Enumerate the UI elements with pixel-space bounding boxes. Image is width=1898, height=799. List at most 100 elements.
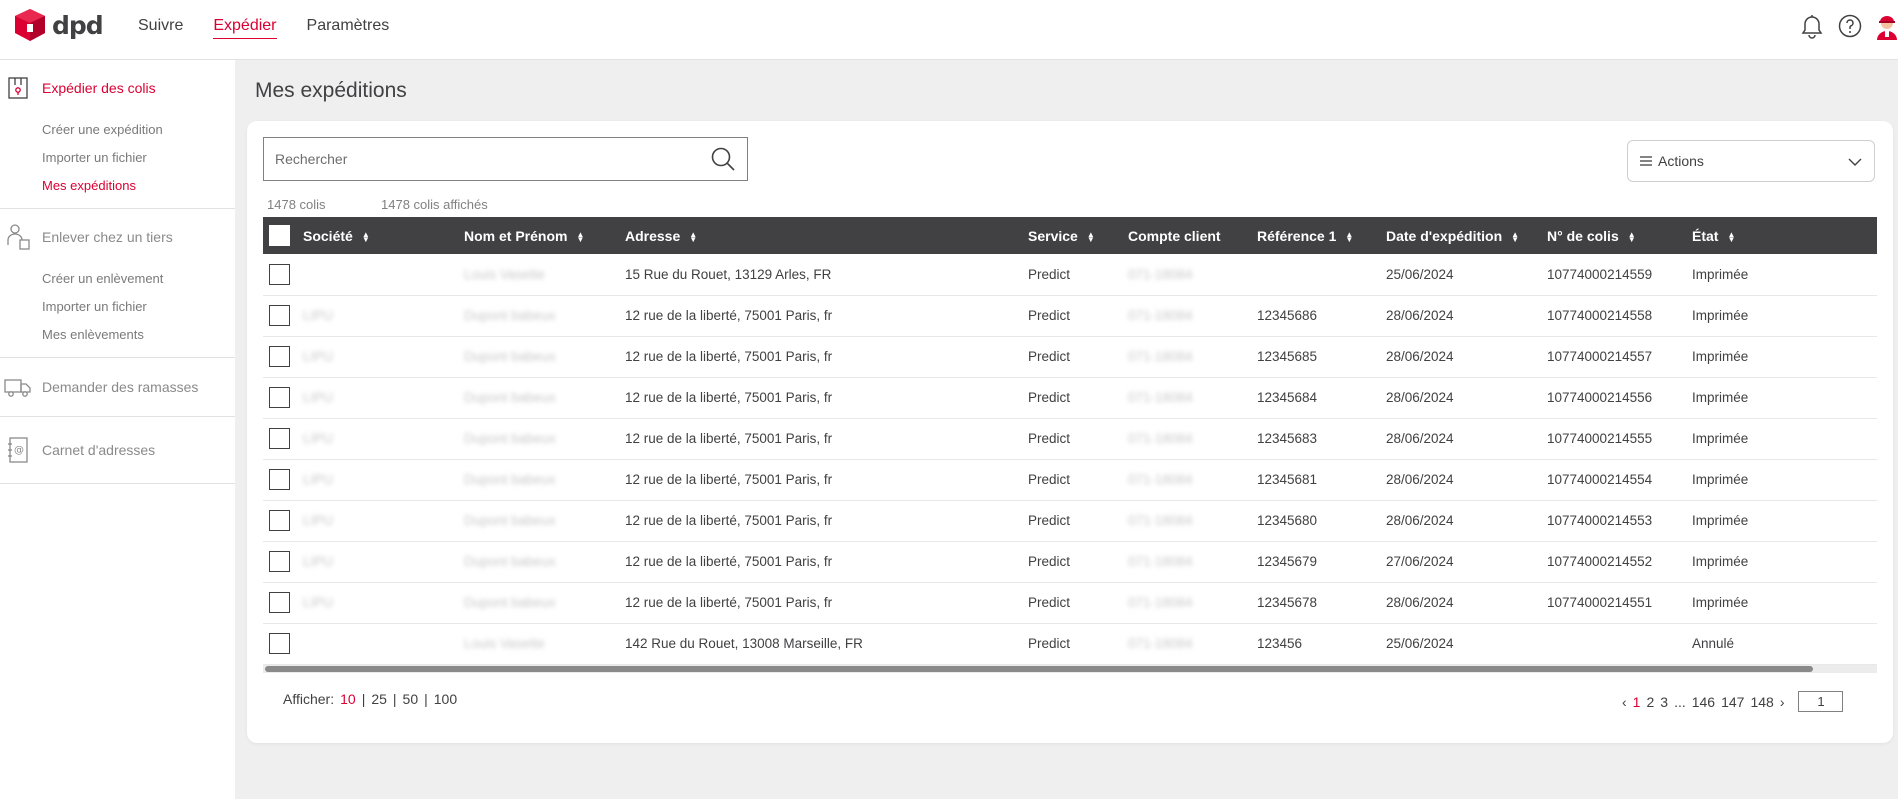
page-size-option[interactable]: 10 (340, 691, 356, 707)
sidebar-item-carnet-adresses[interactable]: @ Carnet d'adresses (0, 417, 235, 483)
table-cell: Imprimée (1686, 459, 1877, 501)
table-cell: 071-18084 (1122, 254, 1251, 296)
sidebar-item-expedier-des-colis[interactable]: Expédier des colis (0, 60, 235, 116)
row-checkbox[interactable] (269, 263, 290, 285)
table-cell: Dupont babeux (458, 500, 619, 542)
column-header[interactable]: Service ▲ ▼ (1022, 217, 1122, 254)
sidebar-item-importer-fichier[interactable]: Importer un fichier (42, 144, 235, 172)
sidebar-item-mes-enlevements[interactable]: Mes enlèvements (42, 321, 235, 349)
row-select-cell (263, 500, 297, 542)
page-link[interactable]: 2 (1646, 694, 1654, 710)
sidebar-submenu: Créer un enlèvement Importer un fichier … (0, 265, 235, 357)
column-header[interactable]: Nom et Prénom ▲ ▼ (458, 217, 619, 254)
table-row[interactable]: LIPU Dupont babeux 12 rue de la liberté, 7… (263, 459, 1877, 501)
nav-suivre[interactable]: Suivre (138, 17, 183, 39)
page-link[interactable]: 3 (1660, 694, 1668, 710)
row-checkbox[interactable] (269, 428, 290, 449)
sidebar-item-creer-expedition[interactable]: Créer une expédition (42, 116, 235, 144)
table-cell: 10774000214559 (1541, 254, 1686, 296)
table-cell: 12 rue de la liberté, 75001 Paris, fr (619, 541, 1022, 583)
sidebar-item-demander-des-ramasses[interactable]: Demander des ramasses (0, 358, 235, 416)
table-cell: Imprimée (1686, 254, 1877, 296)
table-row[interactable]: LIPU Dupont babeux 12 rue de la liberté, 7… (263, 582, 1877, 624)
table-cell: 10774000214553 (1541, 500, 1686, 542)
table-row[interactable]: LIPU Dupont babeux 12 rue de la liberté, 7… (263, 336, 1877, 378)
table-row[interactable]: Louis Vasette 142 Rue du Rouet, 13008 Mar… (263, 623, 1877, 665)
address-book-icon: @ (4, 436, 32, 464)
table-row[interactable]: LIPU Dupont babeux 12 rue de la liberté, 7… (263, 418, 1877, 460)
sidebar-item-creer-enlevement[interactable]: Créer un enlèvement (42, 265, 235, 293)
sort-icon: ▲ ▼ (361, 229, 370, 244)
page-size-option[interactable]: 25 (371, 691, 387, 707)
page-link[interactable]: 146 (1692, 694, 1715, 710)
column-header[interactable]: Société ▲ ▼ (297, 217, 458, 254)
column-header[interactable]: Date d'expédition ▲ ▼ (1380, 217, 1541, 254)
table-cell: 071-18084 (1122, 623, 1251, 665)
table-cell: 071-18084 (1122, 295, 1251, 337)
sidebar-section-carnet: @ Carnet d'adresses (0, 417, 235, 484)
table-cell (297, 254, 458, 296)
table-row[interactable]: LIPU Dupont babeux 12 rue de la liberté, 7… (263, 541, 1877, 583)
page-number-input[interactable]: 1 (1798, 691, 1844, 712)
scrollbar-thumb[interactable] (265, 666, 1813, 672)
sidebar-item-enlever-chez-un-tiers[interactable]: Enlever chez un tiers (0, 209, 235, 265)
table-cell: LIPU (297, 377, 458, 419)
page-size-option[interactable]: 100 (434, 691, 457, 707)
shipments-table-wrapper: Société ▲ ▼ Nom et Prénom ▲ ▼ Adresse ▲ ▼ Serv… (263, 217, 1877, 672)
search-icon[interactable] (699, 146, 747, 172)
search-field[interactable]: Rechercher (263, 137, 748, 181)
nav-expedier[interactable]: Expédier (213, 17, 277, 39)
row-checkbox[interactable] (269, 387, 290, 408)
select-all-cell (263, 217, 297, 254)
next-page-icon[interactable]: › (1780, 694, 1785, 710)
header-icons (1778, 14, 1898, 46)
search-input[interactable]: Rechercher (264, 151, 699, 167)
prev-page-icon[interactable]: ‹ (1622, 694, 1627, 710)
column-header[interactable]: Adresse ▲ ▼ (619, 217, 1022, 254)
column-header[interactable]: Référence 1 ▲ ▼ (1251, 217, 1380, 254)
table-cell: LIPU (297, 459, 458, 501)
table-cell: Predict (1022, 459, 1122, 501)
table-cell: 15 Rue du Rouet, 13129 Arles, FR (619, 254, 1022, 296)
row-checkbox[interactable] (269, 510, 290, 531)
menu-icon (1640, 153, 1652, 169)
table-row[interactable]: LIPU Dupont babeux 12 rue de la liberté, 7… (263, 377, 1877, 419)
select-all-checkbox[interactable] (269, 225, 290, 246)
table-cell: 10774000214555 (1541, 418, 1686, 460)
row-select-cell (263, 377, 297, 419)
sidebar-label: Demander des ramasses (42, 379, 199, 395)
table-cell: 28/06/2024 (1380, 377, 1541, 419)
row-checkbox[interactable] (269, 305, 290, 326)
table-cell: 10774000214557 (1541, 336, 1686, 378)
sidebar-section-ramasses: Demander des ramasses (0, 358, 235, 417)
table-cell: 12 rue de la liberté, 75001 Paris, fr (619, 459, 1022, 501)
nav-parametres[interactable]: Paramètres (307, 17, 390, 39)
horizontal-scrollbar[interactable] (263, 665, 1877, 673)
page-link[interactable]: 147 (1721, 694, 1744, 710)
row-checkbox[interactable] (269, 633, 290, 654)
page-link[interactable]: 1 (1633, 694, 1641, 710)
column-header[interactable]: État ▲ ▼ (1686, 217, 1877, 254)
column-header[interactable]: N° de colis ▲ ▼ (1541, 217, 1686, 254)
row-checkbox[interactable] (269, 469, 290, 490)
top-bar: dpd Suivre Expédier Paramètres (0, 0, 1898, 60)
actions-dropdown[interactable]: Actions (1627, 140, 1875, 182)
row-checkbox[interactable] (269, 346, 290, 367)
dpd-logo[interactable]: dpd (14, 8, 104, 42)
table-row[interactable]: LIPU Dupont babeux 12 rue de la liberté, 7… (263, 500, 1877, 542)
table-cell: Imprimée (1686, 377, 1877, 419)
row-checkbox[interactable] (269, 592, 290, 613)
sidebar-item-mes-expeditions[interactable]: Mes expéditions (42, 172, 235, 200)
row-checkbox[interactable] (269, 551, 290, 572)
table-cell: 28/06/2024 (1380, 295, 1541, 337)
page-link[interactable]: 148 (1750, 694, 1773, 710)
table-row[interactable]: LIPU Dupont babeux 12 rue de la liberté, 7… (263, 295, 1877, 337)
table-row[interactable]: Louis Vasette 15 Rue du Rouet, 13129 Arle… (263, 254, 1877, 296)
row-select-cell (263, 295, 297, 337)
bell-icon[interactable] (1800, 14, 1824, 43)
page-size-option[interactable]: 50 (403, 691, 419, 707)
help-icon[interactable] (1838, 14, 1862, 41)
avatar[interactable] (1874, 13, 1898, 44)
sidebar-item-importer-fichier-enlevement[interactable]: Importer un fichier (42, 293, 235, 321)
table-cell: 12 rue de la liberté, 75001 Paris, fr (619, 582, 1022, 624)
